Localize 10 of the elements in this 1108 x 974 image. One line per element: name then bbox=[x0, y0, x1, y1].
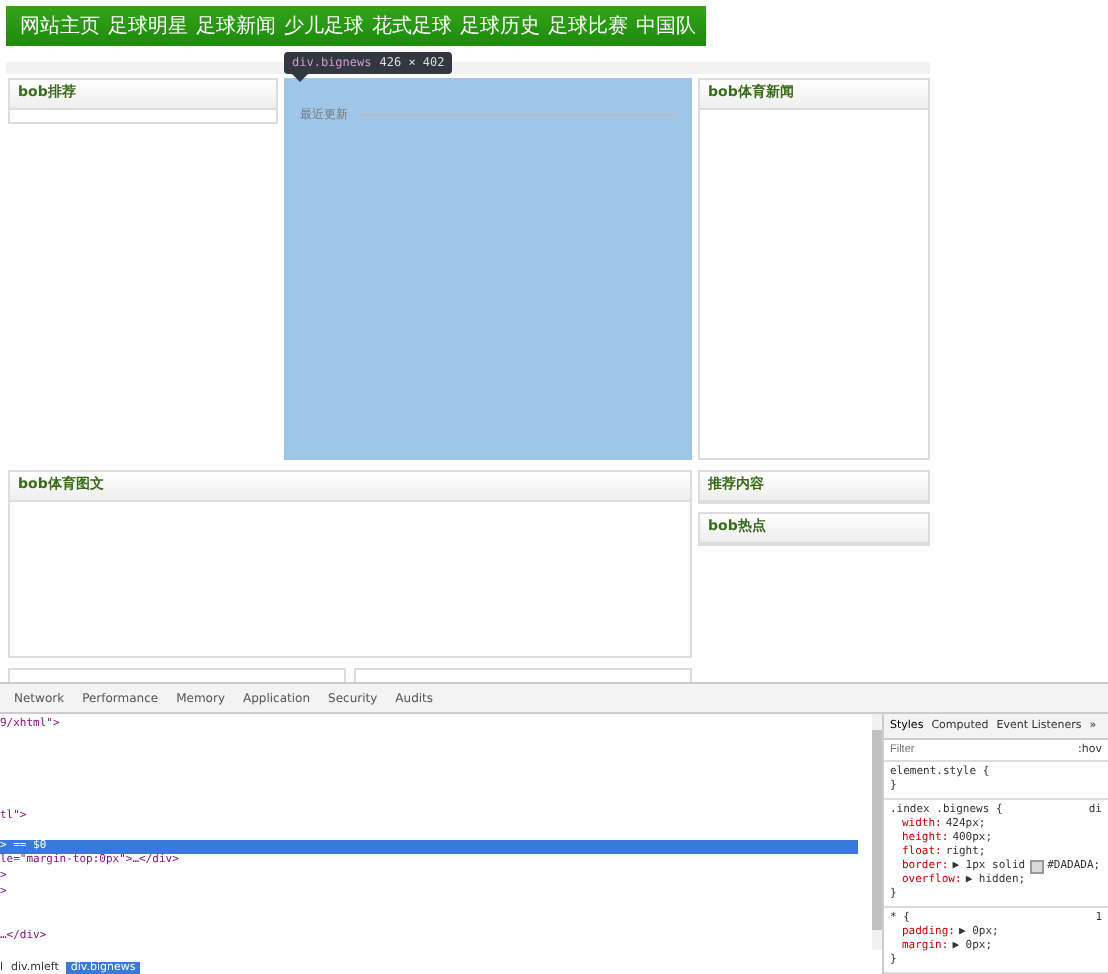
nav-link[interactable]: 花式足球 bbox=[372, 12, 452, 40]
color-swatch[interactable] bbox=[1029, 860, 1044, 874]
nav-link[interactable]: 足球明星 bbox=[108, 12, 188, 40]
nav-link[interactable]: 足球比赛 bbox=[548, 12, 628, 40]
nav-link[interactable]: 足球历史 bbox=[460, 12, 540, 40]
nav-link[interactable]: 少儿足球 bbox=[284, 12, 364, 40]
scrollbar[interactable] bbox=[872, 714, 882, 950]
nav-link[interactable]: 足球新闻 bbox=[196, 12, 276, 40]
nav-link[interactable]: 中国队 bbox=[636, 12, 696, 40]
nav-link[interactable]: 网站主页 bbox=[20, 12, 100, 40]
